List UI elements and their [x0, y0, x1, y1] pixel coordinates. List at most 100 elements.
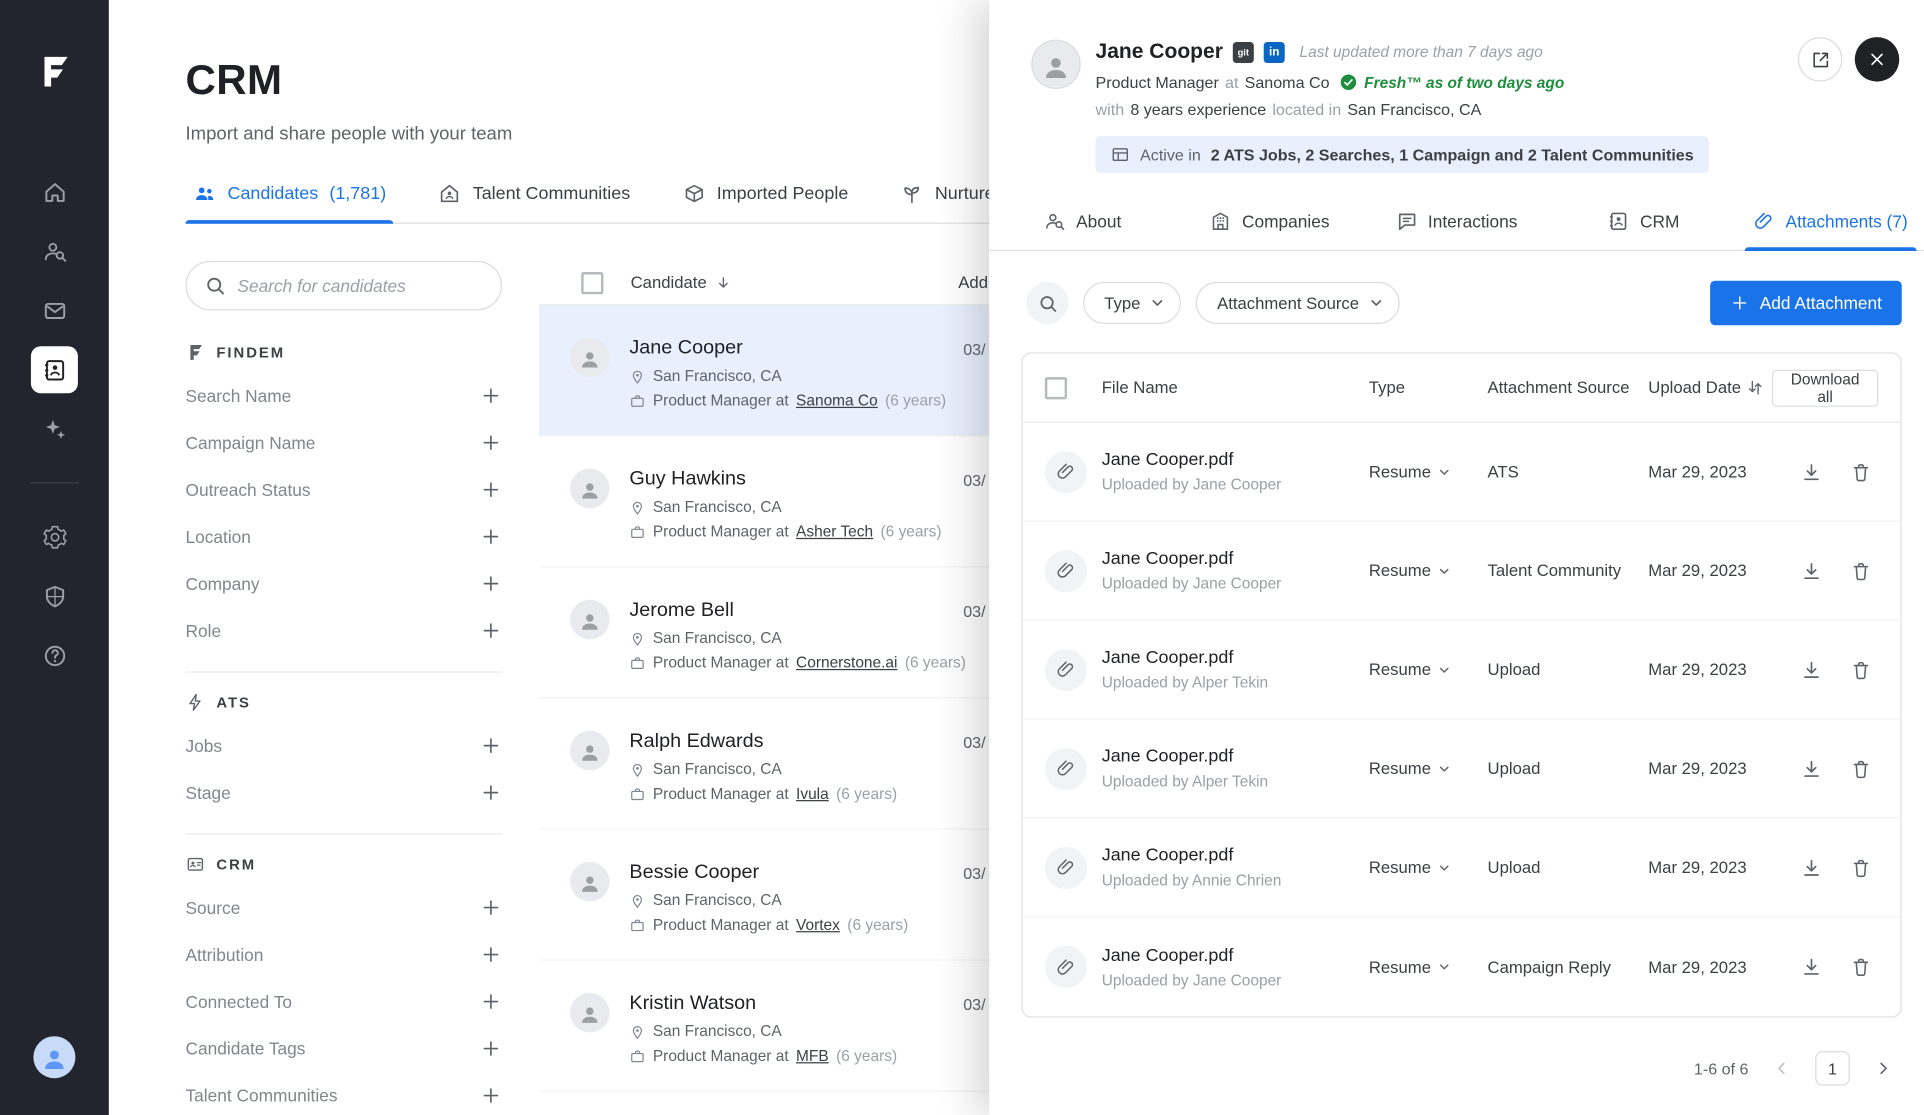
nurture-campaigns-icon — [900, 182, 923, 205]
tab-imported-people[interactable]: Imported People — [675, 174, 856, 222]
crm-card-icon — [185, 854, 205, 874]
mail-icon[interactable] — [31, 287, 78, 334]
plus-icon[interactable] — [480, 479, 502, 501]
attachment-source-filter-dropdown[interactable]: Attachment Source — [1196, 282, 1400, 324]
plus-icon[interactable] — [480, 781, 502, 803]
plus-icon[interactable] — [480, 896, 502, 918]
candidate-company-link[interactable]: Sanoma Co — [796, 392, 878, 409]
tab-attachments[interactable]: Attachments (7) — [1737, 198, 1924, 250]
filter-item[interactable]: Company — [185, 560, 502, 607]
attachment-type-dropdown[interactable]: Resume — [1369, 759, 1488, 778]
download-icon[interactable] — [1794, 652, 1829, 687]
tab-crm[interactable]: CRM — [1550, 198, 1737, 250]
plus-icon[interactable] — [480, 526, 502, 548]
attachment-file-name: Jane Cooper.pdf — [1102, 747, 1369, 767]
download-icon[interactable] — [1794, 850, 1829, 885]
candidate-company-link[interactable]: Asher Tech — [796, 523, 873, 540]
attachment-type-dropdown[interactable]: Resume — [1369, 462, 1488, 481]
add-attachment-button[interactable]: Add Attachment — [1710, 281, 1901, 326]
delete-icon[interactable] — [1844, 850, 1879, 885]
filter-item[interactable]: Location — [185, 513, 502, 560]
linkedin-icon[interactable]: in — [1264, 41, 1285, 62]
plus-icon[interactable] — [480, 432, 502, 454]
attachment-type-dropdown[interactable]: Resume — [1369, 660, 1488, 679]
delete-icon[interactable] — [1844, 454, 1879, 489]
candidate-company-link[interactable]: MFB — [796, 1047, 829, 1064]
tab-candidates[interactable]: Candidates (1,781) — [185, 174, 393, 222]
findem-logo[interactable] — [35, 52, 75, 92]
filter-item[interactable]: Stage — [185, 769, 502, 816]
filter-item[interactable]: Candidate Tags — [185, 1025, 502, 1072]
paperclip-icon — [1045, 846, 1087, 888]
user-avatar[interactable] — [33, 1036, 75, 1078]
select-all-attachments-checkbox[interactable] — [1045, 377, 1067, 399]
plus-icon[interactable] — [480, 1084, 502, 1106]
filter-item[interactable]: Campaign Name — [185, 419, 502, 466]
plus-icon[interactable] — [480, 385, 502, 407]
next-page-button[interactable] — [1865, 1050, 1902, 1087]
attachment-file-name: Jane Cooper.pdf — [1102, 945, 1369, 965]
download-icon[interactable] — [1794, 751, 1829, 786]
close-drawer-button[interactable] — [1855, 37, 1900, 82]
sort-descending-icon[interactable] — [714, 274, 731, 291]
drawer-tabs: About Companies Interactions CRM Attachm… — [989, 198, 1924, 251]
settings-gear-icon[interactable] — [31, 513, 78, 560]
last-updated-text: Last updated more than 7 days ago — [1300, 43, 1543, 60]
security-shield-icon[interactable] — [31, 573, 78, 620]
search-icon — [1037, 292, 1058, 313]
delete-icon[interactable] — [1844, 751, 1879, 786]
upload-date-header[interactable]: Upload Date — [1648, 378, 1772, 397]
git-icon[interactable]: git — [1233, 41, 1254, 62]
filter-item[interactable]: Outreach Status — [185, 466, 502, 513]
attachment-rows: Jane Cooper.pdf Uploaded by Jane Cooper … — [1023, 423, 1901, 1017]
plus-icon[interactable] — [480, 1037, 502, 1059]
tab-interactions[interactable]: Interactions — [1363, 198, 1550, 250]
help-icon[interactable] — [31, 632, 78, 679]
delete-icon[interactable] — [1844, 553, 1879, 588]
download-icon[interactable] — [1794, 454, 1829, 489]
candidate-company-link[interactable]: Vortex — [796, 916, 840, 933]
plus-icon[interactable] — [480, 573, 502, 595]
attachment-file-name: Jane Cooper.pdf — [1102, 846, 1369, 866]
candidate-role: Product Manager at — [653, 916, 789, 933]
filter-item[interactable]: Connected To — [185, 978, 502, 1025]
plus-icon[interactable] — [480, 619, 502, 641]
plus-icon[interactable] — [480, 734, 502, 756]
tab-talent-communities[interactable]: Talent Communities — [431, 174, 638, 222]
attachment-type-dropdown[interactable]: Resume — [1369, 958, 1488, 977]
download-icon[interactable] — [1794, 950, 1829, 985]
filter-item[interactable]: Search Name — [185, 372, 502, 419]
open-in-new-button[interactable] — [1798, 37, 1843, 82]
candidate-company-link[interactable]: Cornerstone.ai — [796, 654, 897, 671]
sort-icon[interactable] — [1746, 378, 1765, 397]
filter-item[interactable]: Source — [185, 884, 502, 931]
plus-icon[interactable] — [480, 943, 502, 965]
plus-icon[interactable] — [480, 990, 502, 1012]
candidate-company-link[interactable]: Ivula — [796, 785, 829, 802]
delete-icon[interactable] — [1844, 950, 1879, 985]
attachment-type-dropdown[interactable]: Resume — [1369, 561, 1488, 580]
previous-page-button[interactable] — [1763, 1050, 1800, 1087]
contacts-icon[interactable] — [31, 346, 78, 393]
ai-sparkles-icon[interactable] — [31, 406, 78, 453]
type-filter-dropdown[interactable]: Type — [1083, 282, 1181, 324]
filter-item[interactable]: Jobs — [185, 722, 502, 769]
candidate-added-date: 03/ — [963, 471, 985, 490]
candidate-column-header[interactable]: Candidate — [631, 273, 732, 292]
select-all-checkbox[interactable] — [581, 271, 603, 293]
filter-item[interactable]: Talent Communities — [185, 1072, 502, 1115]
delete-icon[interactable] — [1844, 652, 1879, 687]
tab-about[interactable]: About — [989, 198, 1176, 250]
people-search-icon[interactable] — [31, 228, 78, 275]
home-icon[interactable] — [31, 168, 78, 215]
filter-item[interactable]: Role — [185, 607, 502, 654]
download-icon[interactable] — [1794, 553, 1829, 588]
attachment-type-dropdown[interactable]: Resume — [1369, 858, 1488, 877]
filter-item[interactable]: Attribution — [185, 931, 502, 978]
attachment-search-button[interactable] — [1026, 282, 1068, 324]
tab-companies[interactable]: Companies — [1176, 198, 1363, 250]
download-all-button[interactable]: Download all — [1772, 369, 1878, 406]
current-page-button[interactable]: 1 — [1815, 1051, 1850, 1086]
active-in-chip[interactable]: Active in 2 ATS Jobs, 2 Searches, 1 Camp… — [1096, 136, 1709, 173]
candidate-search-input[interactable] — [237, 276, 483, 296]
